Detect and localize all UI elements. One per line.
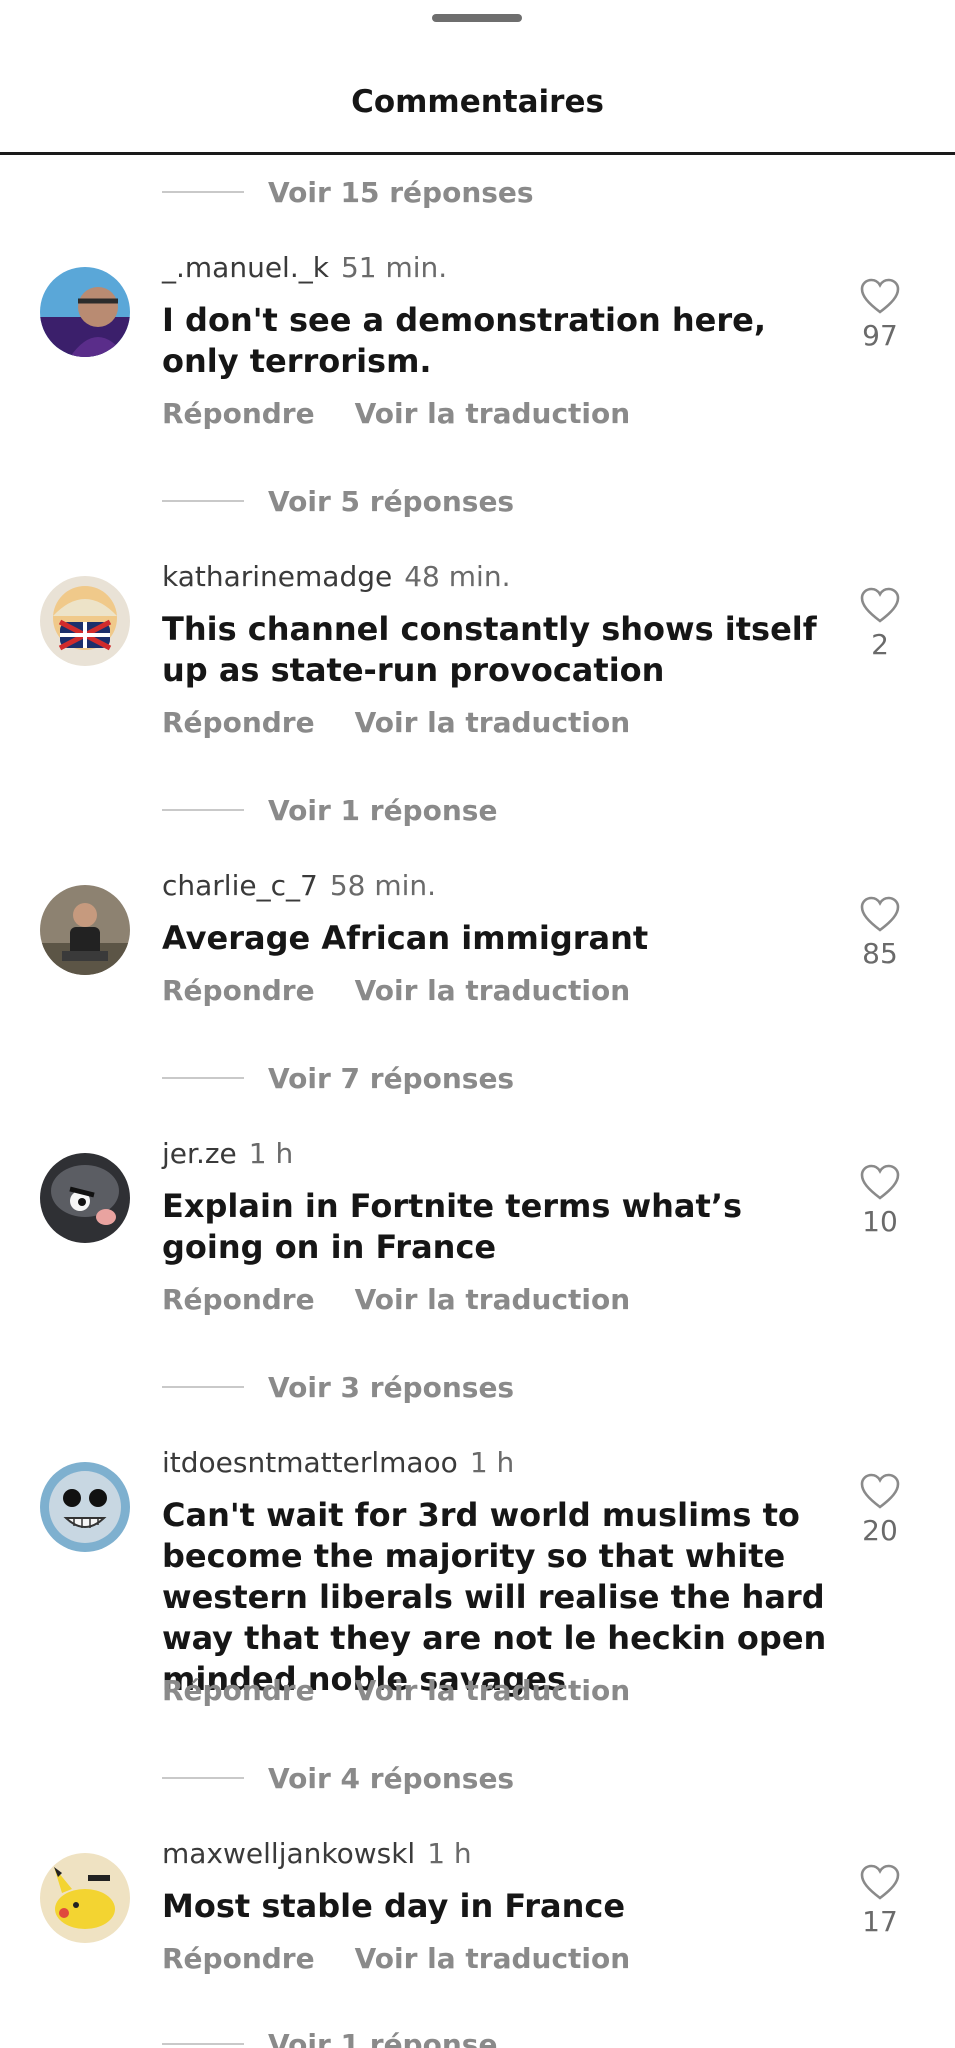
replies-divider-line [162, 500, 244, 502]
avatar[interactable] [40, 1853, 130, 1943]
like-count: 17 [862, 1905, 898, 1938]
reply-button[interactable]: Répondre [162, 397, 315, 430]
comment-meta: _.manuel._k 51 min. [162, 250, 447, 286]
heart-icon [860, 1473, 900, 1509]
like-button[interactable]: 85 [852, 896, 908, 970]
translate-button[interactable]: Voir la traduction [355, 1942, 631, 1975]
username[interactable]: itdoesntmatterlmaoo [162, 1446, 458, 1479]
view-replies-label: Voir 5 réponses [268, 484, 515, 518]
replies-divider-line [162, 1386, 244, 1388]
avatar-person-glasses-icon [40, 267, 130, 357]
view-replies-label: Voir 3 réponses [268, 1370, 515, 1404]
like-button[interactable]: 2 [852, 587, 908, 661]
timestamp: 58 min. [329, 869, 437, 902]
comment-text: I don't see a demonstration here, only t… [162, 301, 767, 380]
comment-meta: charlie_c_7 58 min. [162, 868, 436, 904]
like-button[interactable]: 17 [852, 1864, 908, 1938]
translate-button[interactable]: Voir la traduction [355, 1674, 631, 1707]
avatar[interactable] [40, 885, 130, 975]
avatar[interactable] [40, 1462, 130, 1552]
timestamp: 1 h [469, 1446, 515, 1479]
avatar-grinning-moon-icon [40, 1462, 130, 1552]
view-replies-label: Voir 7 réponses [268, 1061, 515, 1095]
reply-button[interactable]: Répondre [162, 706, 315, 739]
comment-text: Can't wait for 3rd world muslims to beco… [162, 1496, 827, 1698]
comment-meta: maxwelljankowskl 1 h [162, 1836, 472, 1872]
translate-button[interactable]: Voir la traduction [355, 706, 631, 739]
header-divider [0, 152, 955, 155]
view-replies-button[interactable]: Voir 7 réponses [162, 1058, 514, 1098]
like-button[interactable]: 20 [852, 1473, 908, 1547]
like-count: 20 [862, 1514, 898, 1547]
reply-button[interactable]: Répondre [162, 1283, 315, 1316]
view-replies-label: Voir 4 réponses [268, 1761, 515, 1795]
view-replies-label: Voir 1 réponse [268, 2027, 498, 2048]
heart-icon [860, 587, 900, 623]
like-count: 2 [871, 628, 889, 661]
comment-text: Average African immigrant [162, 919, 649, 957]
heart-icon [860, 278, 900, 314]
avatar[interactable] [40, 267, 130, 357]
replies-divider-line [162, 809, 244, 811]
comment-meta: jer.ze 1 h [162, 1136, 293, 1172]
like-count: 10 [862, 1205, 898, 1238]
comments-sheet: Commentaires Voir 15 réponses _.manuel._… [0, 0, 955, 2048]
timestamp: 1 h [248, 1137, 294, 1170]
comment-actions: Répondre Voir la traduction [162, 1282, 630, 1318]
view-replies-label: Voir 1 réponse [268, 793, 498, 827]
comment-text: Explain in Fortnite terms what’s going o… [162, 1187, 743, 1266]
comment-actions: Répondre Voir la traduction [162, 1941, 630, 1977]
comment-actions: Répondre Voir la traduction [162, 705, 630, 741]
avatar[interactable] [40, 576, 130, 666]
replies-divider-line [162, 2043, 244, 2045]
heart-icon [860, 1864, 900, 1900]
username[interactable]: charlie_c_7 [162, 869, 318, 902]
comment-meta: katharinemadge 48 min. [162, 559, 510, 595]
view-replies-button[interactable]: Voir 5 réponses [162, 481, 514, 521]
reply-button[interactable]: Répondre [162, 1942, 315, 1975]
avatar-cartoon-character-icon [40, 1153, 130, 1243]
like-count: 97 [862, 319, 898, 352]
drag-handle[interactable] [432, 14, 522, 22]
replies-divider-line [162, 191, 244, 193]
view-replies-button[interactable]: Voir 3 réponses [162, 1367, 514, 1407]
reply-button[interactable]: Répondre [162, 1674, 315, 1707]
view-replies-button[interactable]: Voir 1 réponse [162, 2024, 497, 2048]
heart-icon [860, 896, 900, 932]
comment-actions: Répondre Voir la traduction [162, 973, 630, 1009]
replies-divider-line [162, 1777, 244, 1779]
translate-button[interactable]: Voir la traduction [355, 397, 631, 430]
timestamp: 51 min. [340, 251, 448, 284]
translate-button[interactable]: Voir la traduction [355, 1283, 631, 1316]
page-title: Commentaires [351, 84, 604, 120]
avatar-person-sitting-icon [40, 885, 130, 975]
reply-button[interactable]: Répondre [162, 974, 315, 1007]
comment-text: Most stable day in France [162, 1887, 626, 1925]
translate-button[interactable]: Voir la traduction [355, 974, 631, 1007]
timestamp: 1 h [427, 1837, 472, 1870]
avatar[interactable] [40, 1153, 130, 1243]
comment-actions: Répondre Voir la traduction [162, 1673, 630, 1709]
view-replies-button[interactable]: Voir 4 réponses [162, 1758, 514, 1798]
username[interactable]: maxwelljankowskl [162, 1837, 415, 1870]
heart-icon [860, 1164, 900, 1200]
username[interactable]: _.manuel._k [162, 251, 329, 284]
like-button[interactable]: 10 [852, 1164, 908, 1238]
timestamp: 48 min. [404, 560, 511, 593]
view-replies-button[interactable]: Voir 15 réponses [162, 172, 534, 212]
username[interactable]: katharinemadge [162, 560, 392, 593]
username[interactable]: jer.ze [162, 1137, 237, 1170]
avatar-pikachu-icon [40, 1853, 130, 1943]
view-replies-button[interactable]: Voir 1 réponse [162, 790, 497, 830]
view-replies-label: Voir 15 réponses [268, 175, 534, 209]
comment-actions: Répondre Voir la traduction [162, 396, 630, 432]
like-button[interactable]: 97 [852, 278, 908, 352]
like-count: 85 [862, 937, 898, 970]
avatar-union-jack-mask-icon [40, 576, 130, 666]
comment-meta: itdoesntmatterlmaoo 1 h [162, 1445, 514, 1481]
replies-divider-line [162, 1077, 244, 1079]
comment-text: This channel constantly shows itself up … [162, 610, 817, 689]
